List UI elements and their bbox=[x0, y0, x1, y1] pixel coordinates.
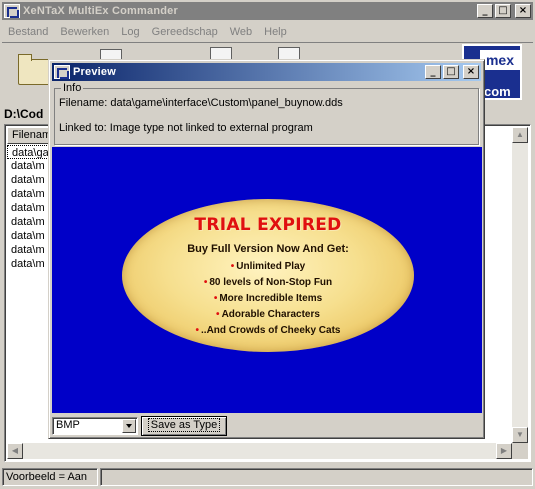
image-bullet: Unlimited Play bbox=[236, 261, 306, 272]
menu-web[interactable]: Web bbox=[224, 26, 258, 38]
maximize-icon[interactable]: □ bbox=[443, 65, 459, 79]
menu-log[interactable]: Log bbox=[115, 26, 145, 38]
preview-dialog: Preview _ □ × Info Filename: data\game\i… bbox=[48, 59, 485, 439]
menubar: Bestand Bewerken Log Gereedschap Web Hel… bbox=[2, 22, 533, 41]
menu-gereedschap[interactable]: Gereedschap bbox=[146, 26, 224, 38]
scroll-left-icon[interactable]: ◀ bbox=[7, 443, 23, 459]
image-bullet: 80 levels of Non-Stop Fun bbox=[209, 277, 333, 288]
status-empty bbox=[100, 468, 533, 486]
preview-titlebar[interactable]: Preview _ □ × bbox=[52, 63, 481, 81]
current-path: D:\Cod bbox=[4, 107, 44, 121]
main-window-title: XeNTaX MultiEx Commander bbox=[23, 5, 178, 17]
vertical-scrollbar[interactable]: ▲ ▼ bbox=[512, 127, 528, 443]
app-logo-icon bbox=[54, 65, 70, 79]
save-as-type-button[interactable]: Save as Type bbox=[141, 416, 227, 436]
close-icon[interactable]: × bbox=[463, 65, 479, 79]
image-bullet: More Incredible Items bbox=[219, 293, 323, 304]
status-preview: Voorbeeld = Aan bbox=[2, 468, 98, 486]
scroll-corner bbox=[512, 443, 528, 459]
scroll-right-icon[interactable]: ▶ bbox=[496, 443, 512, 459]
dropdown-arrow-icon[interactable] bbox=[122, 419, 136, 433]
app-logo-icon bbox=[4, 4, 20, 18]
close-icon[interactable]: × bbox=[515, 4, 531, 18]
format-dropdown[interactable]: BMP bbox=[52, 417, 138, 435]
menu-help[interactable]: Help bbox=[258, 26, 293, 38]
image-headline: TRIAL EXPIRED bbox=[194, 215, 342, 235]
info-legend: Info bbox=[61, 82, 84, 94]
format-value: BMP bbox=[56, 419, 80, 431]
horizontal-scrollbar[interactable]: ◀ ▶ bbox=[7, 443, 512, 459]
logo-text-bottom: com bbox=[484, 84, 511, 99]
main-titlebar[interactable]: XeNTaX MultiEx Commander _ □ × bbox=[2, 2, 533, 20]
minimize-icon[interactable]: _ bbox=[477, 4, 493, 18]
save-as-type-label: Save as Type bbox=[147, 418, 221, 432]
image-subheadline: Buy Full Version Now And Get: bbox=[187, 243, 349, 255]
linked-to-label: Linked to: Image type not linked to exte… bbox=[59, 122, 313, 134]
trial-expired-image: TRIAL EXPIRED Buy Full Version Now And G… bbox=[122, 199, 414, 352]
maximize-icon[interactable]: □ bbox=[495, 4, 511, 18]
scroll-up-icon[interactable]: ▲ bbox=[512, 127, 528, 143]
open-folder-icon bbox=[18, 54, 50, 85]
statusbar: Voorbeeld = Aan bbox=[2, 468, 533, 487]
logo-text-top: mex bbox=[480, 50, 520, 70]
image-bullet: Adorable Characters bbox=[221, 309, 320, 320]
info-group: Info Filename: data\game\interface\Custo… bbox=[54, 82, 479, 145]
menu-bewerken[interactable]: Bewerken bbox=[54, 26, 115, 38]
scroll-down-icon[interactable]: ▼ bbox=[512, 427, 528, 443]
image-preview: TRIAL EXPIRED Buy Full Version Now And G… bbox=[52, 147, 482, 413]
menu-bestand[interactable]: Bestand bbox=[2, 26, 54, 38]
image-bullet: ..And Crowds of Cheeky Cats bbox=[201, 325, 341, 336]
filename-label: Filename: data\game\interface\Custom\pan… bbox=[59, 97, 343, 109]
minimize-icon[interactable]: _ bbox=[425, 65, 441, 79]
preview-title: Preview bbox=[73, 66, 116, 78]
